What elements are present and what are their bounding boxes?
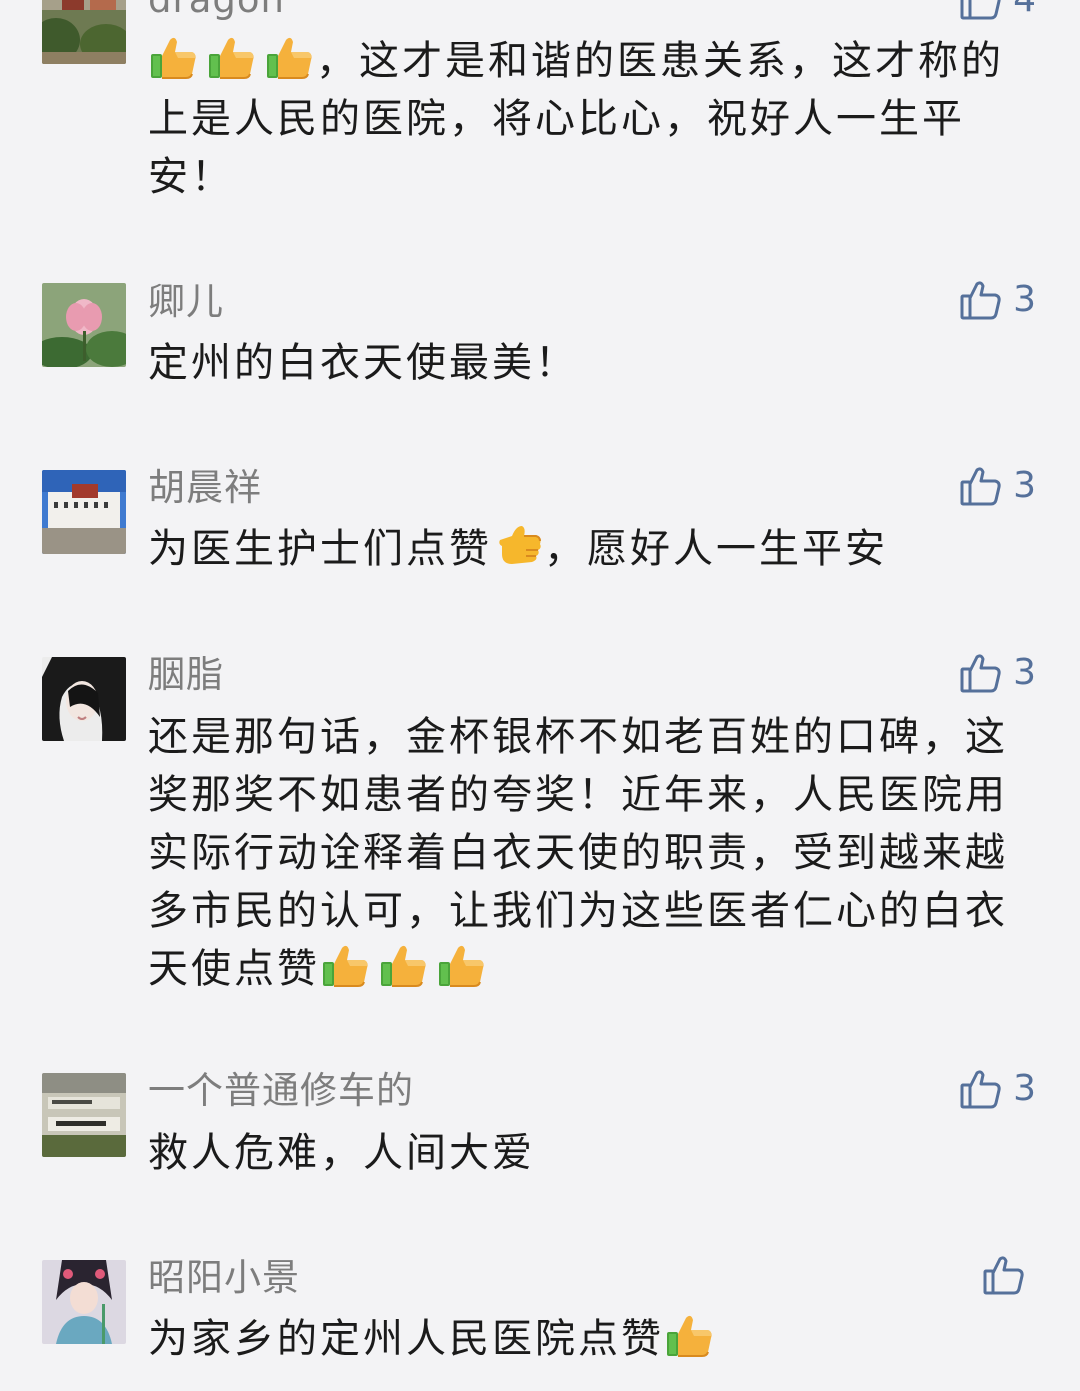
comment-text-body: 为医生护士们点赞 xyxy=(148,526,492,572)
like-button[interactable]: 3 xyxy=(959,464,1036,508)
thumbs-up-outline-icon xyxy=(959,651,1003,695)
like-button[interactable] xyxy=(982,1253,1036,1297)
like-button[interactable]: 3 xyxy=(959,651,1036,695)
comment-text: 还是那句话，金杯银杯不如老百姓的口碑，这奖那奖不如患者的夸奖！近年来，人民医院用… xyxy=(148,708,1038,998)
comment-text-body: 为家乡的定州人民医院点赞 xyxy=(148,1316,664,1362)
comment-text-body: 还是那句话，金杯银杯不如老百姓的口碑，这奖那奖不如患者的夸奖！近年来，人民医院用… xyxy=(148,714,1008,992)
like-button[interactable]: 3 xyxy=(959,1067,1036,1111)
like-count: 3 xyxy=(1013,652,1036,693)
thumbs-up-emoji-icon xyxy=(148,32,200,84)
like-count: 3 xyxy=(1013,279,1036,320)
like-count: 4 xyxy=(1013,0,1036,20)
comment-text: 救人危难，人间大爱 xyxy=(148,1130,535,1176)
comment-text: 定州的白衣天使最美！ xyxy=(148,340,578,386)
commenter-name[interactable]: 一个普通修车的 xyxy=(148,1069,414,1113)
avatar[interactable] xyxy=(42,470,126,554)
comment-text-body: ，愿好人一生平安 xyxy=(544,526,888,572)
avatar[interactable] xyxy=(42,0,126,64)
commenter-name[interactable]: 卿儿 xyxy=(148,280,224,324)
commenter-name[interactable]: 胭脂 xyxy=(148,653,224,697)
thumbs-up-emoji-icon xyxy=(320,940,372,992)
commenter-name[interactable]: 胡晨祥 xyxy=(148,466,262,510)
thumbs-up-emoji-icon xyxy=(264,32,316,84)
thumbs-up-emoji-icon xyxy=(206,32,258,84)
thumbs-up-emoji-icon xyxy=(378,940,430,992)
like-button[interactable]: 4 xyxy=(959,0,1036,22)
avatar[interactable] xyxy=(42,1260,126,1344)
like-count: 3 xyxy=(1013,1068,1036,1109)
avatar[interactable] xyxy=(42,283,126,367)
thumbs-up-emoji-icon xyxy=(436,940,488,992)
thumbs-up-emoji-icon xyxy=(492,520,544,572)
comment-text: 为医生护士们点赞 ，愿好人一生平安 xyxy=(148,520,1038,578)
thumbs-up-emoji-icon xyxy=(664,1310,716,1362)
commenter-name[interactable]: dragon xyxy=(148,0,285,22)
thumbs-up-outline-icon xyxy=(959,1067,1003,1111)
thumbs-up-outline-icon xyxy=(959,0,1003,22)
thumbs-up-outline-icon xyxy=(959,278,1003,322)
thumbs-up-outline-icon xyxy=(982,1253,1026,1297)
avatar[interactable] xyxy=(42,657,126,741)
like-count: 3 xyxy=(1013,465,1036,506)
thumbs-up-outline-icon xyxy=(959,464,1003,508)
comment-text: 为家乡的定州人民医院点赞 xyxy=(148,1310,1038,1368)
like-button[interactable]: 3 xyxy=(959,278,1036,322)
avatar[interactable] xyxy=(42,1073,126,1157)
commenter-name[interactable]: 昭阳小景 xyxy=(148,1256,300,1300)
comment-text: ，这才是和谐的医患关系，这才称的上是人民的医院，将心比心，祝好人一生平安！ xyxy=(148,32,1038,206)
